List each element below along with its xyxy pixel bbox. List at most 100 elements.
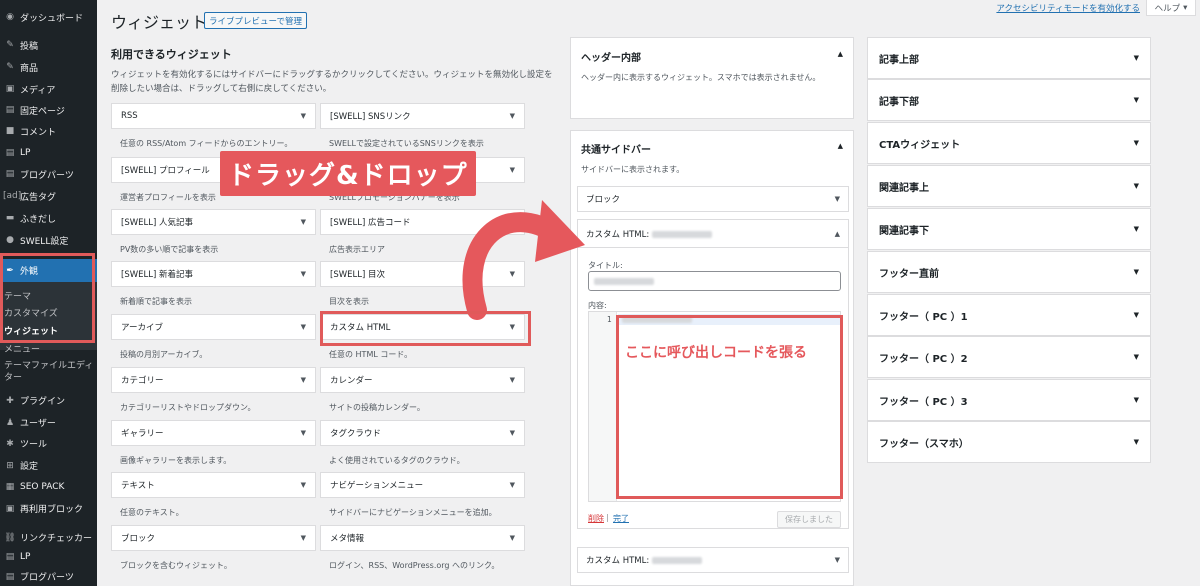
accessibility-mode-link[interactable]: アクセシビリティモードを有効化する — [996, 2, 1140, 14]
widget-description: ブロックを含むウィジェット。 — [120, 561, 232, 570]
chevron-down-icon[interactable]: ▼ — [1134, 438, 1139, 446]
chevron-down-icon[interactable]: ▼ — [1134, 311, 1139, 319]
sidebar-item-label: ユーザー — [20, 419, 56, 429]
custom-html-widget-2[interactable]: カスタム HTML: ▼ — [577, 547, 849, 573]
sidebar-item-7[interactable]: ▤ ブログパーツ — [0, 164, 97, 184]
title-field-label: タイトル: — [588, 261, 623, 270]
chevron-down-icon[interactable]: ▼ — [1134, 396, 1139, 404]
saved-button[interactable]: 保存しました — [777, 511, 841, 528]
sidebar-item-2[interactable]: ✎ 商品 — [0, 57, 97, 77]
chevron-down-icon[interactable]: ▼ — [301, 218, 306, 226]
widget-area-9[interactable]: フッター（スマホ） ▼ — [867, 421, 1151, 463]
widget-description: サイトの投稿カレンダー。 — [329, 403, 425, 412]
chevron-down-icon[interactable]: ▼ — [301, 481, 306, 489]
chevron-down-icon[interactable]: ▼ — [1134, 54, 1139, 62]
widget-left-8[interactable]: ブロック ▼ — [111, 525, 316, 551]
chevron-down-icon[interactable]: ▼ — [301, 429, 306, 437]
sidebar-bottom-item-2[interactable]: ✱ ツール — [0, 434, 97, 453]
reuse-icon: ▣ — [5, 503, 15, 514]
chevron-down-icon[interactable]: ▼ — [301, 534, 306, 542]
chevron-down-icon[interactable]: ▼ — [1134, 353, 1139, 361]
chevron-down-icon[interactable]: ▼ — [301, 323, 306, 331]
chevron-down-icon[interactable]: ▼ — [301, 376, 306, 384]
sidebar-item-label: 固定ページ — [20, 106, 65, 117]
live-preview-button[interactable]: ライブプレビューで管理 — [204, 12, 307, 29]
chevron-down-icon[interactable]: ▼ — [510, 429, 515, 437]
widget-left-5[interactable]: カテゴリー ▼ — [111, 367, 316, 393]
sidebar-item-label: ツール — [20, 440, 48, 450]
widget-right-7[interactable]: ナビゲーションメニュー ▼ — [320, 472, 525, 498]
submenu-more-item-2[interactable]: ター — [0, 370, 97, 383]
chevron-down-icon[interactable]: ▼ — [835, 195, 840, 203]
chevron-down-icon[interactable]: ▼ — [1134, 96, 1139, 104]
widget-left-0[interactable]: RSS ▼ — [111, 103, 316, 129]
widget-area-title: 関連記事下 — [879, 225, 929, 237]
widget-area-5[interactable]: フッター直前 ▼ — [867, 251, 1151, 293]
custom-html-widget-header[interactable]: カスタム HTML: ▲ — [578, 220, 848, 248]
sidebar-item-10[interactable]: ● SWELL設定 — [0, 230, 97, 250]
widget-left-7[interactable]: テキスト ▼ — [111, 472, 316, 498]
sidebar-item-5[interactable]: ■ コメント — [0, 121, 97, 141]
done-link[interactable]: 完了 — [613, 513, 629, 524]
chevron-down-icon[interactable]: ▼ — [1134, 182, 1139, 190]
chevron-down-icon[interactable]: ▼ — [510, 166, 515, 174]
widget-right-0[interactable]: [SWELL] SNSリンク ▼ — [320, 103, 525, 129]
widget-right-8[interactable]: メタ情報 ▼ — [320, 525, 525, 551]
chevron-down-icon[interactable]: ▼ — [1134, 225, 1139, 233]
widget-area-2[interactable]: CTAウィジェット ▼ — [867, 122, 1151, 164]
sidebar-item-1[interactable]: ✎ 投稿 — [0, 35, 97, 55]
submenu-more-item-1[interactable]: テーマファイルエディ — [0, 358, 97, 371]
widget-left-6[interactable]: ギャラリー ▼ — [111, 420, 316, 446]
sidebar-bottom-item-3[interactable]: ⊞ 設定 — [0, 456, 97, 475]
chevron-down-icon[interactable]: ▼ — [510, 376, 515, 384]
help-tab[interactable]: ヘルプ ▾ — [1146, 0, 1196, 16]
sidebar-bottom-item-0[interactable]: ✚ プラグイン — [0, 391, 97, 410]
chevron-down-icon[interactable]: ▼ — [1134, 268, 1139, 276]
widget-left-3[interactable]: [SWELL] 新着記事 ▼ — [111, 261, 316, 287]
widget-area-1[interactable]: 記事下部 ▼ — [867, 79, 1151, 121]
submenu-more-item-0[interactable]: メニュー — [0, 342, 97, 355]
widget-area-0[interactable]: 記事上部 ▼ — [867, 37, 1151, 79]
sidebar-bottom-item-7[interactable]: ▤ LP — [0, 547, 97, 566]
widget-description: PV数の多い順で記事を表示 — [120, 245, 219, 254]
sidebar-bottom-item-8[interactable]: ▤ ブログパーツ — [0, 567, 97, 586]
sidebar-bottom-item-6[interactable]: ⛓ リンクチェッカー — [0, 528, 97, 547]
sidebar-item-label: 再利用ブロック — [20, 505, 84, 515]
widget-area-6[interactable]: フッター（ PC ）1 ▼ — [867, 294, 1151, 336]
chevron-up-icon[interactable]: ▲ — [838, 50, 843, 58]
widget-label: RSS — [121, 111, 138, 121]
title-input[interactable] — [588, 271, 841, 291]
chevron-down-icon[interactable]: ▼ — [301, 112, 306, 120]
widget-label: [SWELL] 目次 — [330, 270, 385, 280]
chevron-up-icon[interactable]: ▲ — [838, 142, 843, 150]
widget-label: ナビゲーションメニュー — [330, 481, 424, 491]
delete-link[interactable]: 削除 — [588, 513, 604, 524]
chevron-down-icon[interactable]: ▼ — [301, 270, 306, 278]
widget-area-7[interactable]: フッター（ PC ）2 ▼ — [867, 336, 1151, 378]
sidebar-item-9[interactable]: ▬ ふきだし — [0, 208, 97, 228]
widget-left-2[interactable]: [SWELL] 人気記事 ▼ — [111, 209, 316, 235]
sidebar-item-8[interactable]: [ad] 広告タグ — [0, 186, 97, 206]
chevron-down-icon[interactable]: ▼ — [835, 556, 840, 564]
sidebar-item-3[interactable]: ▣ メディア — [0, 79, 97, 99]
widget-right-5[interactable]: カレンダー ▼ — [320, 367, 525, 393]
sidebar-bottom-item-1[interactable]: ♟ ユーザー — [0, 413, 97, 432]
sidebar-item-4[interactable]: ▤ 固定ページ — [0, 100, 97, 120]
chevron-down-icon[interactable]: ▼ — [510, 534, 515, 542]
sidebar-bottom-item-4[interactable]: ▦ SEO PACK — [0, 477, 97, 496]
tools-icon: ✱ — [6, 438, 14, 449]
widget-area-4[interactable]: 関連記事下 ▼ — [867, 208, 1151, 250]
sidebar-item-6[interactable]: ▤ LP — [0, 143, 97, 163]
widget-area-8[interactable]: フッター（ PC ）3 ▼ — [867, 379, 1151, 421]
chevron-down-icon[interactable]: ▼ — [510, 112, 515, 120]
widget-label: [SWELL] 広告コード — [330, 218, 411, 228]
block-widget[interactable]: ブロック ▼ — [577, 186, 849, 212]
widget-area-3[interactable]: 関連記事上 ▼ — [867, 165, 1151, 207]
sidebar-bottom-item-5[interactable]: ▣ 再利用ブロック — [0, 499, 97, 518]
chevron-down-icon[interactable]: ▼ — [510, 481, 515, 489]
chevron-down-icon[interactable]: ▼ — [1134, 139, 1139, 147]
chevron-up-icon[interactable]: ▲ — [835, 230, 840, 238]
widget-right-6[interactable]: タグクラウド ▼ — [320, 420, 525, 446]
widget-left-4[interactable]: アーカイブ ▼ — [111, 314, 316, 340]
sidebar-item-0[interactable]: ◉ ダッシュボード — [0, 7, 97, 27]
